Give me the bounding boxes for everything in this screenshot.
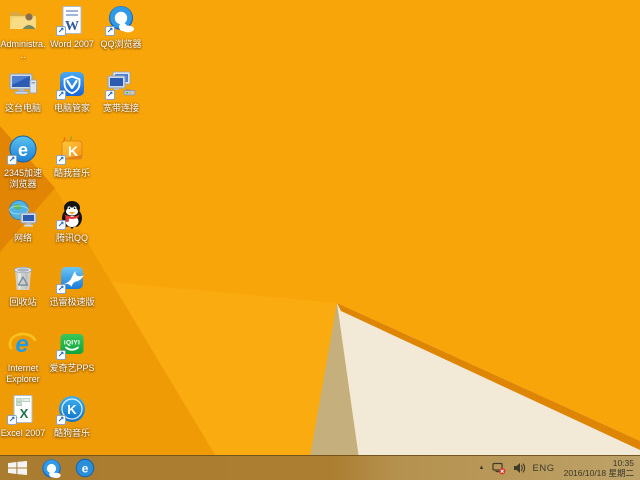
shortcut-arrow-icon: ↗ bbox=[7, 155, 17, 165]
shortcut-arrow-icon: ↗ bbox=[56, 350, 66, 360]
this-pc-icon bbox=[7, 68, 39, 100]
desktop-icon-label: 网络 bbox=[0, 233, 46, 244]
shortcut-arrow-icon: ↗ bbox=[105, 90, 115, 100]
desktop-icon-label: 电脑管家 bbox=[49, 103, 95, 114]
2345-browser-icon: e ↗ bbox=[7, 133, 39, 165]
taskbar-2345-browser-button[interactable]: e bbox=[68, 456, 102, 480]
desktop-icon-label: Internet Explorer bbox=[0, 363, 46, 384]
xunlei-bird-icon: ↗ bbox=[56, 262, 88, 294]
desktop-icon-label: 酷狗音乐 bbox=[49, 428, 95, 439]
desktop-icon-internet-explorer[interactable]: e Internet Explorer bbox=[0, 328, 46, 384]
excel-document-icon: X ↗ bbox=[7, 393, 39, 425]
desktop-icon-label: 2345加速浏览器 bbox=[0, 168, 46, 189]
broadband-connection-icon: ↗ bbox=[105, 68, 137, 100]
shortcut-arrow-icon: ↗ bbox=[56, 26, 66, 36]
desktop-icon-label: Word 2007 bbox=[49, 39, 95, 50]
start-button[interactable] bbox=[0, 456, 34, 480]
pc-manager-shield-icon: ↗ bbox=[56, 68, 88, 100]
desktop-icon-label: Administra... bbox=[0, 39, 46, 60]
wallpaper bbox=[0, 0, 640, 480]
2345-browser-icon: e bbox=[75, 458, 95, 478]
system-tray: ▲ ENG 10:35 2016/10/18 星期二 bbox=[479, 456, 640, 480]
shortcut-arrow-icon: ↗ bbox=[56, 155, 66, 165]
svg-text:X: X bbox=[20, 406, 29, 421]
show-hidden-icons-button[interactable]: ▲ bbox=[479, 456, 485, 480]
desktop-icon-qq-browser[interactable]: ↗ QQ浏览器 bbox=[98, 4, 144, 50]
network-status-icon[interactable] bbox=[492, 456, 506, 480]
iqiyi-pps-icon: iQIYI ↗ bbox=[56, 328, 88, 360]
internet-explorer-icon: e bbox=[7, 328, 39, 360]
language-indicator[interactable]: ENG bbox=[533, 463, 555, 474]
taskbar: e ▲ ENG 10:35 201 bbox=[0, 455, 640, 480]
taskbar-qq-browser-button[interactable] bbox=[34, 456, 68, 480]
qq-browser-icon bbox=[41, 458, 62, 479]
desktop-icon-label: 迅雷极速版 bbox=[49, 297, 95, 308]
shortcut-arrow-icon: ↗ bbox=[7, 415, 17, 425]
windows-start-icon bbox=[8, 461, 27, 475]
svg-text:K: K bbox=[67, 402, 77, 417]
recycle-bin-icon bbox=[7, 262, 39, 294]
desktop-icon-broadband[interactable]: ↗ 宽带连接 bbox=[98, 68, 144, 114]
desktop-icon-kugou-music[interactable]: K ↗ 酷狗音乐 bbox=[49, 393, 95, 439]
desktop-icon-label: 这台电脑 bbox=[0, 103, 46, 114]
desktop-icon-label: 宽带连接 bbox=[98, 103, 144, 114]
desktop: Administra... W ↗ Word 2007 ↗ QQ bbox=[0, 0, 640, 480]
desktop-icon-label: QQ浏览器 bbox=[98, 39, 144, 50]
shortcut-arrow-icon: ↗ bbox=[56, 90, 66, 100]
desktop-icon-administrator[interactable]: Administra... bbox=[0, 4, 46, 60]
svg-text:e: e bbox=[82, 462, 89, 476]
word-document-icon: W ↗ bbox=[56, 4, 88, 36]
network-globe-icon bbox=[7, 198, 39, 230]
desktop-icon-recycle-bin[interactable]: 回收站 bbox=[0, 262, 46, 308]
desktop-icon-tencent-qq[interactable]: ↗ 腾讯QQ bbox=[49, 198, 95, 244]
kugou-music-icon: K ↗ bbox=[56, 393, 88, 425]
desktop-icon-2345-browser[interactable]: e ↗ 2345加速浏览器 bbox=[0, 133, 46, 189]
clock-date: 2016/10/18 星期二 bbox=[564, 468, 634, 478]
desktop-icon-label: 腾讯QQ bbox=[49, 233, 95, 244]
desktop-icon-kuwo-music[interactable]: ♪ ♪ K ↗ 酷我音乐 bbox=[49, 133, 95, 179]
kuwo-music-icon: ♪ ♪ K ↗ bbox=[56, 133, 88, 165]
desktop-icon-word-2007[interactable]: W ↗ Word 2007 bbox=[49, 4, 95, 50]
desktop-icon-label: Excel 2007 bbox=[0, 428, 46, 439]
svg-text:K: K bbox=[68, 143, 78, 159]
desktop-icon-network[interactable]: 网络 bbox=[0, 198, 46, 244]
desktop-icon-iqiyi-pps[interactable]: iQIYI ↗ 爱奇艺PPS bbox=[49, 328, 95, 374]
volume-icon[interactable] bbox=[513, 456, 526, 480]
shortcut-arrow-icon: ↗ bbox=[56, 284, 66, 294]
svg-text:iQIYI: iQIYI bbox=[64, 340, 80, 347]
qq-penguin-icon: ↗ bbox=[56, 198, 88, 230]
desktop-icon-label: 回收站 bbox=[0, 297, 46, 308]
svg-text:e: e bbox=[18, 140, 28, 160]
desktop-icon-excel-2007[interactable]: X ↗ Excel 2007 bbox=[0, 393, 46, 439]
shortcut-arrow-icon: ↗ bbox=[105, 26, 115, 36]
qq-browser-icon: ↗ bbox=[105, 4, 137, 36]
clock[interactable]: 10:35 2016/10/18 星期二 bbox=[562, 458, 634, 478]
shortcut-arrow-icon: ↗ bbox=[56, 415, 66, 425]
desktop-icon-pc-manager[interactable]: ↗ 电脑管家 bbox=[49, 68, 95, 114]
shortcut-arrow-icon: ↗ bbox=[56, 220, 66, 230]
desktop-icon-xunlei[interactable]: ↗ 迅雷极速版 bbox=[49, 262, 95, 308]
clock-time: 10:35 bbox=[564, 458, 634, 468]
desktop-icon-this-pc[interactable]: 这台电脑 bbox=[0, 68, 46, 114]
desktop-icon-label: 爱奇艺PPS bbox=[49, 363, 95, 374]
desktop-icon-label: 酷我音乐 bbox=[49, 168, 95, 179]
user-folder-icon bbox=[7, 4, 39, 36]
svg-text:W: W bbox=[65, 19, 79, 34]
